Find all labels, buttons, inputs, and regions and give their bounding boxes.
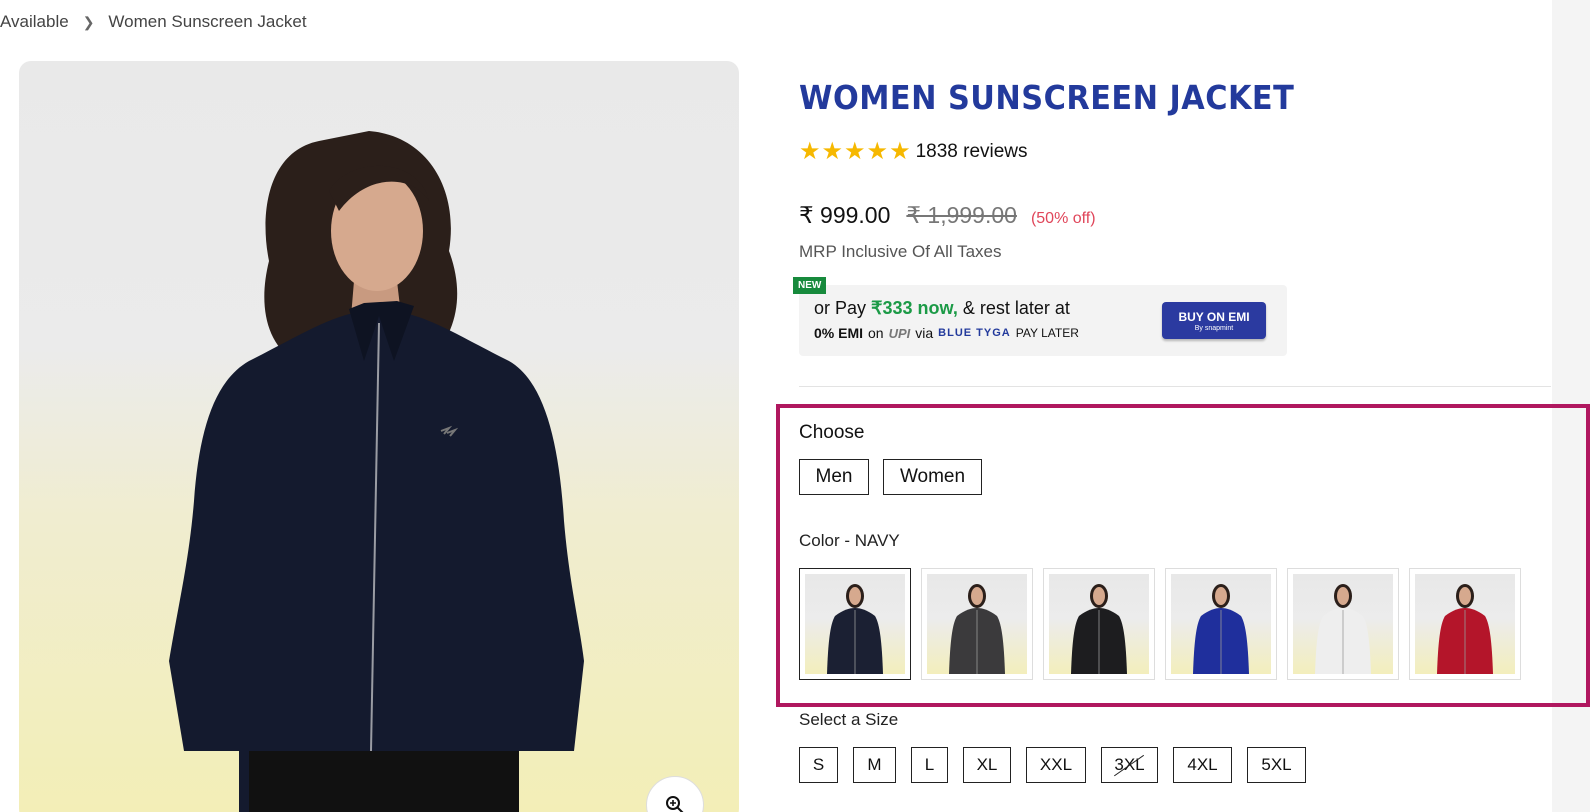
emi-prefix: or Pay: [814, 298, 872, 318]
size-s-label: S: [812, 755, 825, 774]
zoom-in-icon: [666, 796, 684, 812]
size-l[interactable]: L: [911, 747, 948, 783]
size-4xl-label: 4XL: [1187, 755, 1218, 774]
price-row: ₹ 999.00 ₹ 1,999.00 (50% off): [799, 202, 1096, 229]
color-swatch-white[interactable]: [1287, 568, 1399, 680]
size-3xl-label: 3XL: [1114, 755, 1145, 774]
option-women[interactable]: Women: [883, 459, 982, 495]
size-label: Select a Size: [799, 710, 899, 729]
reviews-count[interactable]: 1838 reviews: [916, 141, 1028, 163]
size-xxl-label: XXL: [1039, 755, 1073, 774]
breadcrumb-parent-link[interactable]: Available: [0, 12, 69, 32]
size-5xl-label: 5XL: [1261, 755, 1292, 774]
color-label: Color - NAVY: [799, 531, 900, 550]
color-swatch-black[interactable]: [1043, 568, 1155, 680]
size-l-label: L: [924, 755, 935, 774]
star-icon: ★: [844, 138, 866, 165]
option-men[interactable]: Men: [799, 459, 869, 495]
size-s[interactable]: S: [799, 747, 838, 783]
size-xl-label: XL: [976, 755, 998, 774]
emi-via-text: via: [915, 325, 934, 341]
breadcrumb: Available ❯ Women Sunscreen Jacket: [0, 12, 307, 32]
original-price: ₹ 1,999.00: [906, 202, 1017, 228]
pay-later-text: PAY LATER: [1015, 326, 1079, 340]
section-divider: [799, 386, 1551, 387]
buy-on-emi-label: BUY ON EMI: [1178, 309, 1250, 324]
breadcrumb-current: Women Sunscreen Jacket: [108, 12, 307, 31]
sale-price: ₹ 999.00: [799, 202, 891, 228]
size-3xl-unavailable[interactable]: 3XL: [1101, 747, 1158, 783]
size-5xl[interactable]: 5XL: [1247, 747, 1306, 783]
color-swatch-thumbnail: [1415, 574, 1515, 674]
upi-logo: UPI: [888, 325, 911, 341]
color-swatch-thumbnail: [805, 574, 905, 674]
emi-details: 0% EMI on UPI via BLUE TYGA PAY LATER: [814, 325, 1079, 341]
new-tag: NEW: [793, 277, 827, 294]
buy-on-emi-button[interactable]: BUY ON EMI By snapmint: [1162, 302, 1266, 339]
color-swatch-royal-blue[interactable]: [1165, 568, 1277, 680]
emi-suffix: & rest later at: [957, 298, 1070, 318]
emi-now-amount: ₹333 now,: [871, 298, 958, 318]
star-icon: ★: [821, 138, 844, 165]
product-rating[interactable]: ★ ★ ★ ★ ★ 1838 reviews: [799, 140, 1028, 164]
color-swatch-navy[interactable]: [799, 568, 911, 680]
star-icon: ★: [799, 138, 821, 165]
blue-tyga-logo: BLUE TYGA: [938, 327, 1011, 339]
product-image-gallery[interactable]: [19, 61, 739, 812]
emi-on-text: on: [868, 325, 884, 341]
snapmint-sublabel: By snapmint: [1194, 324, 1234, 332]
size-m-label: M: [867, 755, 882, 774]
size-xxl[interactable]: XXL: [1026, 747, 1086, 783]
color-swatch-thumbnail: [1049, 574, 1149, 674]
color-swatch-thumbnail: [1171, 574, 1271, 674]
color-swatch-thumbnail: [927, 574, 1027, 674]
star-icon: ★: [866, 138, 889, 165]
size-m[interactable]: M: [853, 747, 896, 783]
chevron-right-icon: ❯: [82, 13, 95, 30]
tax-note: MRP Inclusive Of All Taxes: [799, 242, 1002, 261]
choose-label: Choose: [799, 422, 865, 443]
product-page: Available ❯ Women Sunscreen Jacket WOMEN…: [0, 0, 1590, 812]
discount-badge: (50% off): [1030, 210, 1096, 227]
color-swatch-red[interactable]: [1409, 568, 1521, 680]
size-xl[interactable]: XL: [963, 747, 1011, 783]
emi-offer-text: or Pay ₹333 now, & rest later at: [814, 298, 1070, 319]
star-icon: ★: [889, 138, 911, 165]
emi-offer-box: NEW or Pay ₹333 now, & rest later at 0% …: [793, 277, 1287, 356]
product-main-image: [169, 131, 584, 812]
product-title: WOMEN SUNSCREEN JACKET: [799, 78, 1295, 117]
color-swatch-charcoal[interactable]: [921, 568, 1033, 680]
emi-rate: 0% EMI: [814, 325, 864, 341]
color-swatch-thumbnail: [1293, 574, 1393, 674]
size-4xl[interactable]: 4XL: [1173, 747, 1232, 783]
